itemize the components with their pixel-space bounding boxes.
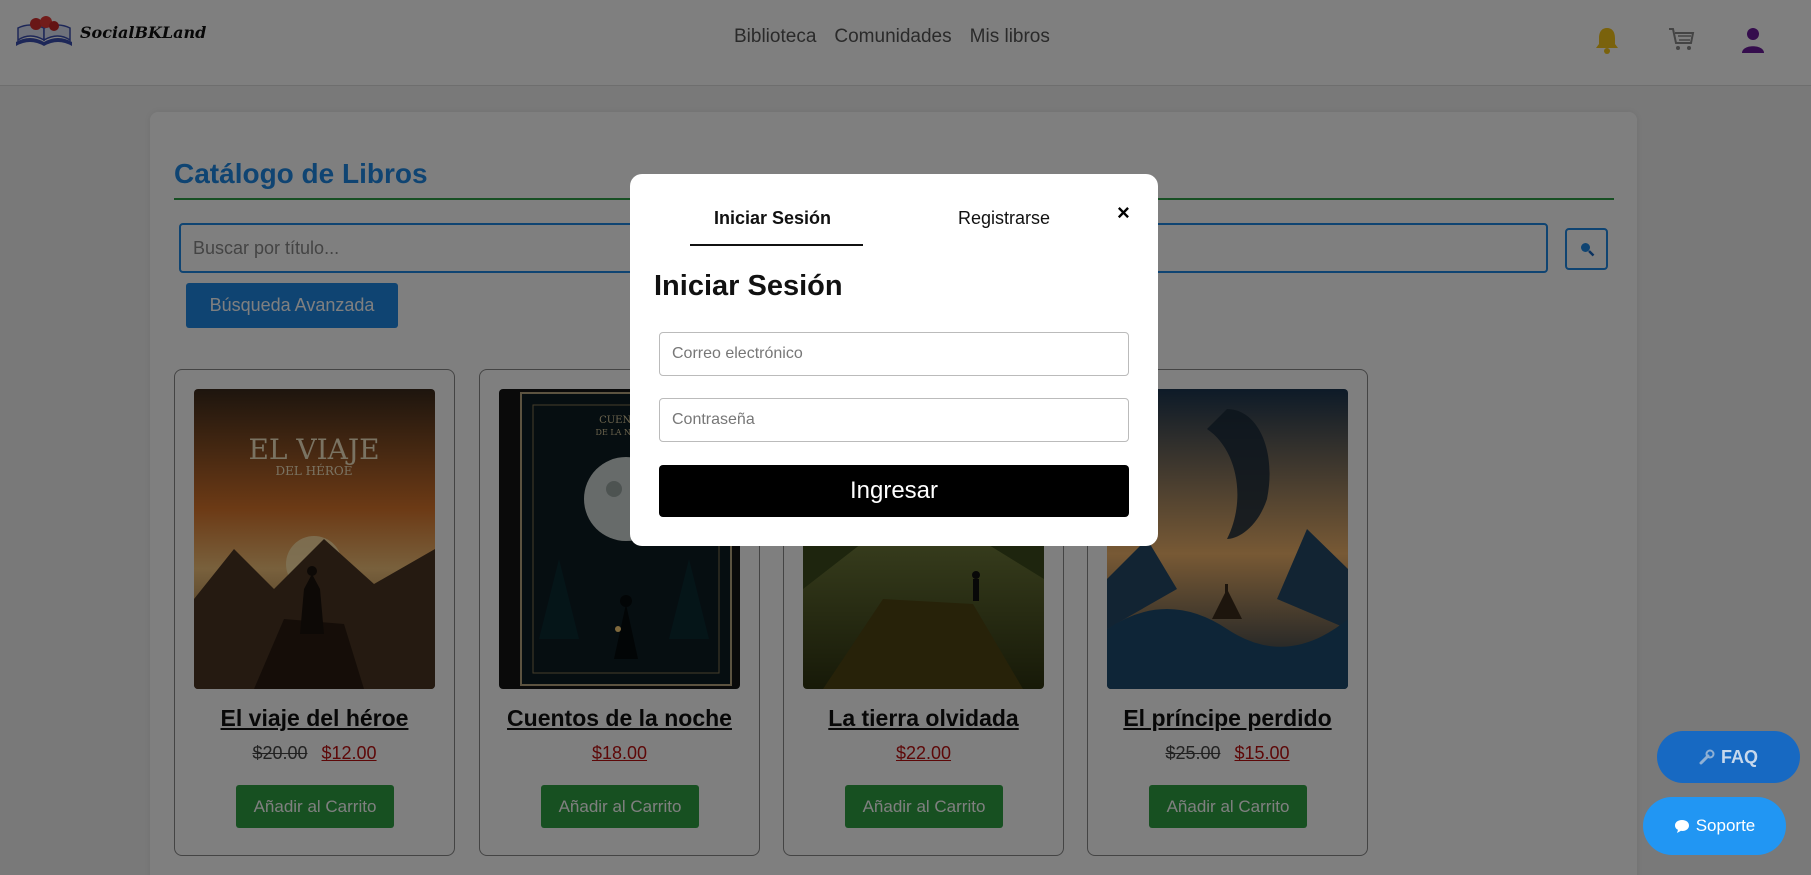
wrench-icon bbox=[1699, 749, 1715, 765]
login-submit-button[interactable]: Ingresar bbox=[659, 465, 1129, 517]
chat-bubble-icon bbox=[1674, 819, 1689, 833]
faq-button[interactable]: FAQ bbox=[1657, 731, 1800, 783]
active-tab-indicator bbox=[690, 244, 863, 246]
email-field[interactable] bbox=[659, 332, 1129, 376]
tab-register[interactable]: Registrarse bbox=[958, 208, 1050, 229]
modal-heading: Iniciar Sesión bbox=[654, 270, 843, 302]
password-field[interactable] bbox=[659, 398, 1129, 442]
faq-label: FAQ bbox=[1720, 746, 1758, 767]
support-label: Soporte bbox=[1695, 816, 1756, 835]
close-icon[interactable]: × bbox=[1117, 200, 1130, 226]
login-modal: Iniciar Sesión Registrarse × Iniciar Ses… bbox=[630, 174, 1158, 546]
support-button[interactable]: Soporte bbox=[1643, 797, 1786, 855]
tab-login[interactable]: Iniciar Sesión bbox=[714, 208, 831, 229]
